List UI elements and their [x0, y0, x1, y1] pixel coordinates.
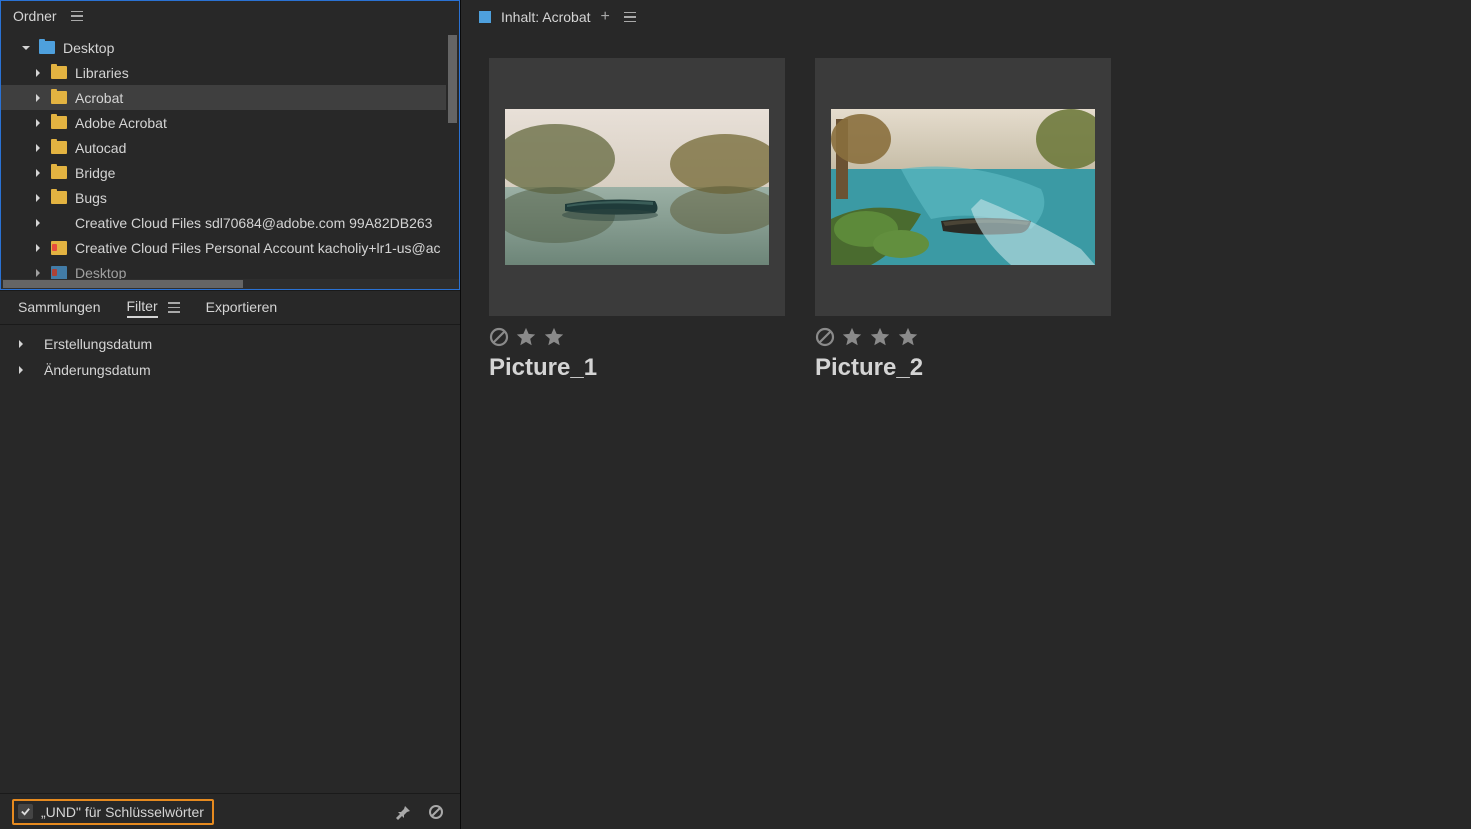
bottom-bar: „UND" für Schlüsselwörter — [0, 793, 460, 829]
folder-icon — [51, 91, 67, 104]
tab-collections[interactable]: Sammlungen — [18, 299, 101, 317]
tree-item-label: Desktop — [63, 40, 114, 56]
chevron-right-icon[interactable] — [33, 193, 43, 203]
folder-icon — [51, 266, 67, 280]
tree-item[interactable]: Adobe Acrobat — [1, 110, 459, 135]
tree-item-label: Autocad — [75, 140, 126, 156]
tree-item-label: Bugs — [75, 190, 107, 206]
star-icon[interactable] — [515, 326, 537, 348]
folder-panel: Ordner Desktop Libraries Acrobat Adobe Acr… — [0, 0, 460, 290]
chevron-right-icon[interactable] — [33, 268, 43, 278]
filter-item[interactable]: Änderungsdatum — [0, 357, 460, 383]
tree-item-label: Acrobat — [75, 90, 123, 106]
chevron-right-icon[interactable] — [33, 243, 43, 253]
chevron-right-icon[interactable] — [33, 118, 43, 128]
und-label: „UND" für Schlüsselwörter — [41, 804, 204, 820]
tree-item[interactable]: Creative Cloud Files sdl70684@adobe.com … — [1, 210, 459, 235]
star-icon[interactable] — [869, 326, 891, 348]
thumbnail-image — [831, 109, 1095, 265]
tree-item-label: Libraries — [75, 65, 129, 81]
filter-item-label: Erstellungsdatum — [44, 336, 152, 352]
filter-item-label: Änderungsdatum — [44, 362, 151, 378]
folder-panel-header: Ordner — [1, 1, 459, 31]
thumbnail-name: Picture_1 — [489, 354, 785, 382]
tree-item-label: Creative Cloud Files Personal Account ka… — [75, 240, 441, 256]
reject-icon[interactable] — [815, 327, 835, 347]
tab-export[interactable]: Exportieren — [206, 299, 278, 317]
reject-icon[interactable] — [489, 327, 509, 347]
tree-item-label: Desktop — [75, 265, 126, 280]
vertical-scrollbar[interactable] — [446, 31, 459, 279]
und-keyword-toggle[interactable]: „UND" für Schlüsselwörter — [12, 799, 214, 825]
star-icon[interactable] — [543, 326, 565, 348]
star-icon[interactable] — [841, 326, 863, 348]
thumbnail-box[interactable] — [489, 58, 785, 316]
tree-item[interactable]: Desktop — [1, 260, 459, 279]
rating-row — [815, 326, 1111, 348]
chevron-right-icon[interactable] — [33, 143, 43, 153]
filter-panel: Erstellungsdatum Änderungsdatum — [0, 324, 460, 793]
content-panel: Inhalt: Acrobat + Picture_1 — [461, 0, 1471, 829]
left-panel: Ordner Desktop Libraries Acrobat Adobe Acr… — [0, 0, 461, 829]
content-grid: Picture_1 Picture_2 — [461, 34, 1471, 829]
content-title: Inhalt: Acrobat — [501, 9, 591, 25]
cancel-icon[interactable] — [424, 800, 448, 824]
thumbnail-card[interactable]: Picture_1 — [489, 58, 785, 382]
content-header: Inhalt: Acrobat + — [461, 0, 1471, 34]
tree-item-label: Adobe Acrobat — [75, 115, 167, 131]
tree-item[interactable]: Acrobat — [1, 85, 459, 110]
folder-icon — [51, 141, 67, 154]
horizontal-scrollbar[interactable] — [1, 279, 459, 289]
chevron-right-icon[interactable] — [33, 93, 43, 103]
star-icon[interactable] — [897, 326, 919, 348]
content-menu-icon[interactable] — [624, 12, 636, 23]
checkbox-icon[interactable] — [18, 804, 33, 819]
content-marker-icon — [479, 11, 491, 23]
tab-filter[interactable]: Filter — [127, 298, 158, 318]
chevron-right-icon[interactable] — [16, 339, 26, 349]
folder-icon — [39, 41, 55, 54]
panel-title: Ordner — [13, 8, 57, 24]
thumbnail-image — [505, 109, 769, 265]
thumbnail-name: Picture_2 — [815, 354, 1111, 382]
tree-root[interactable]: Desktop — [1, 35, 459, 60]
folder-icon — [51, 191, 67, 204]
folder-icon — [51, 166, 67, 179]
folder-icon — [51, 66, 67, 79]
folder-icon — [51, 116, 67, 129]
filter-menu-icon[interactable] — [168, 302, 180, 313]
panel-menu-icon[interactable] — [71, 11, 83, 22]
tree-item-label: Creative Cloud Files sdl70684@adobe.com … — [75, 215, 432, 231]
pin-icon[interactable] — [392, 800, 416, 824]
tree-item[interactable]: Bugs — [1, 185, 459, 210]
mid-tabs: Sammlungen Filter Exportieren — [0, 290, 460, 324]
rating-row — [489, 326, 785, 348]
thumbnail-card[interactable]: Picture_2 — [815, 58, 1111, 382]
thumbnail-box[interactable] — [815, 58, 1111, 316]
chevron-right-icon[interactable] — [33, 218, 43, 228]
tree-item[interactable]: Creative Cloud Files Personal Account ka… — [1, 235, 459, 260]
tree-item[interactable]: Autocad — [1, 135, 459, 160]
chevron-right-icon[interactable] — [33, 68, 43, 78]
folder-tree: Desktop Libraries Acrobat Adobe Acrobat Aut… — [1, 31, 459, 279]
filter-item[interactable]: Erstellungsdatum — [0, 331, 460, 357]
chevron-right-icon[interactable] — [16, 365, 26, 375]
folder-icon — [51, 241, 67, 255]
chevron-down-icon[interactable] — [21, 43, 31, 53]
tree-item[interactable]: Bridge — [1, 160, 459, 185]
tree-item-label: Bridge — [75, 165, 115, 181]
add-icon[interactable]: + — [601, 8, 610, 26]
tree-item[interactable]: Libraries — [1, 60, 459, 85]
chevron-right-icon[interactable] — [33, 168, 43, 178]
